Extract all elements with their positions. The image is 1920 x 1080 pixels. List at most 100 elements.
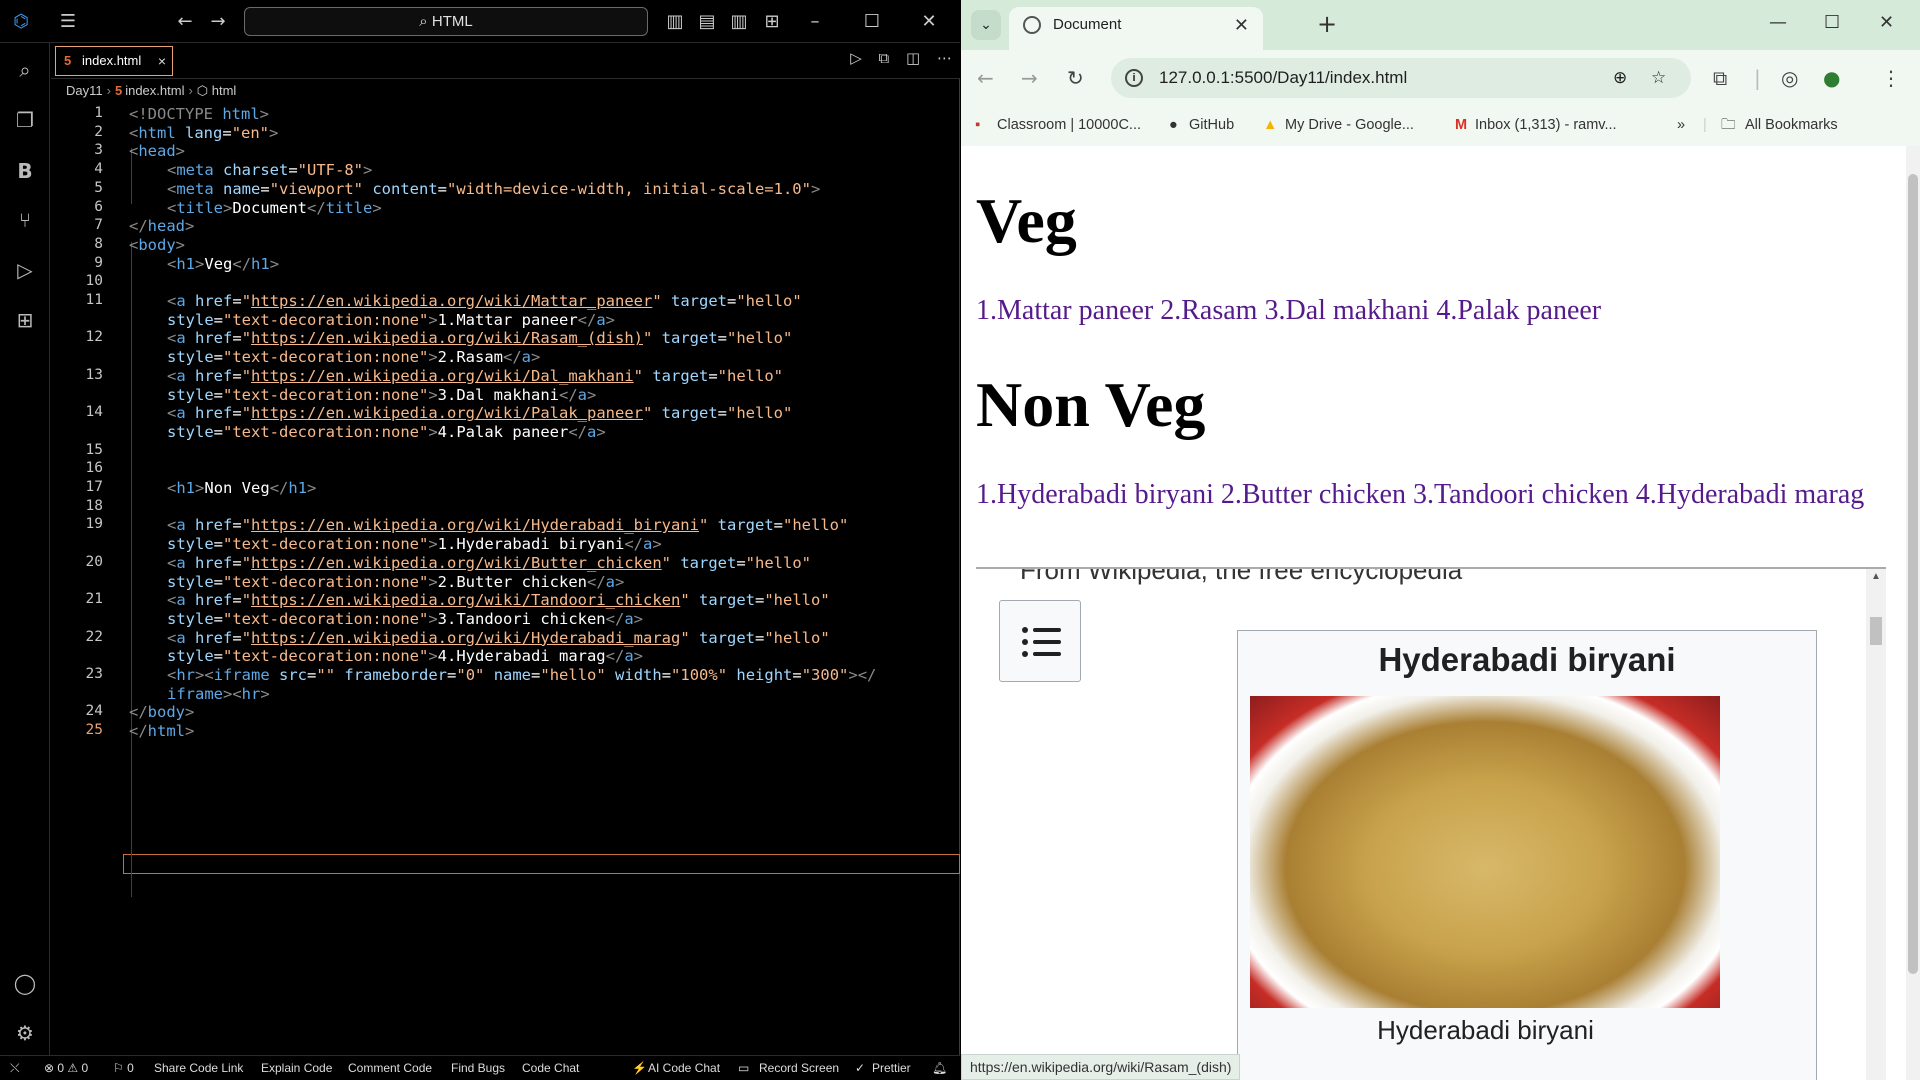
scroll-up-icon[interactable]: ▲ [1871, 571, 1881, 582]
run-icon[interactable]: ▷ [850, 49, 862, 67]
biryani-image[interactable] [1250, 696, 1720, 1008]
tab-strip: ⌄ Document ✕ + — ☐ ✕ [961, 0, 1920, 50]
back-arrow-icon[interactable]: ← [172, 9, 198, 35]
bookmarks-bar: ▪ Classroom | 10000C... ● GitHub ▲ My Dr… [961, 108, 1920, 146]
link-hyderabadi-marag[interactable]: 4.Hyderabadi marag [1636, 479, 1865, 510]
remote-icon[interactable]: ⤬ [10, 1056, 20, 1080]
link-rasam[interactable]: 2.Rasam [1160, 295, 1257, 326]
iframe-scroll-thumb[interactable] [1870, 617, 1882, 645]
site-info-icon[interactable]: i [1125, 69, 1143, 87]
element-icon: ⬡ [196, 83, 212, 98]
extensions-puzzle-icon[interactable]: ⧉ [1713, 66, 1727, 90]
code-line: <hr><iframe src="" frameborder="0" name=… [167, 666, 877, 684]
line-number: 19 [85, 516, 103, 533]
code-line: style="text-decoration:none">4.Hyderabad… [167, 647, 644, 666]
comment-code[interactable]: Comment Code [348, 1056, 432, 1080]
link-hyderabadi-biryani[interactable]: 1.Hyderabadi biryani [976, 479, 1214, 510]
toggle-sidebar-icon[interactable]: ▥ [662, 9, 688, 35]
command-center-search[interactable]: ⌕ HTML [244, 7, 648, 36]
notifications-bell-icon[interactable]: 🔔︎ [932, 1056, 947, 1080]
record-screen[interactable]: Record Screen [759, 1056, 839, 1080]
line-number: 25 [85, 722, 103, 739]
run-debug-icon[interactable]: ▷ [8, 253, 42, 287]
open-preview-icon[interactable]: ⧉ [879, 49, 890, 67]
tab-index-html[interactable]: 5 index.html × [55, 46, 173, 76]
extension-icon[interactable]: ◎ [1781, 66, 1798, 90]
account-icon[interactable]: ◯ [8, 966, 42, 1000]
globe-icon [1023, 16, 1041, 34]
ai-code-chat[interactable]: AI Code Chat [648, 1056, 720, 1080]
profile-avatar[interactable]: ● [1823, 66, 1840, 90]
table-of-contents-button[interactable] [999, 600, 1081, 682]
breadcrumb-folder[interactable]: Day11 [66, 83, 103, 98]
explain-code[interactable]: Explain Code [261, 1056, 332, 1080]
page-scroll-thumb[interactable] [1908, 174, 1918, 974]
source-control-icon[interactable]: ⑂ [8, 203, 42, 237]
tab-search-chevron-icon[interactable]: ⌄ [971, 10, 1001, 40]
explorer-search-icon[interactable]: ⌕ [8, 53, 42, 87]
code-editor[interactable]: 1 2 3 4 5 6 7 8 9 10 11 12 13 14 15 16 17 18 19 20 21 22 23 24 2… [51, 102, 960, 1055]
chrome-menu-icon[interactable]: ⋮ [1881, 66, 1901, 90]
address-bar[interactable]: i 127.0.0.1:5500/Day11/index.html ⊕ ☆ [1111, 58, 1691, 98]
maximize-icon[interactable]: ☐ [859, 9, 885, 35]
classroom-icon: ▪ [975, 117, 981, 133]
extension-b-icon[interactable]: B [8, 154, 42, 188]
line-number: 18 [85, 497, 103, 514]
bookmark-inbox[interactable]: Inbox (1,313) - ramv... [1475, 108, 1617, 142]
bookmark-drive[interactable]: My Drive - Google... [1285, 108, 1414, 142]
prettier[interactable]: Prettier [872, 1056, 911, 1080]
reload-icon[interactable]: ↻ [1067, 66, 1084, 90]
code-line: </body> [129, 703, 195, 722]
link-mattar-paneer[interactable]: 1.Mattar paneer [976, 295, 1153, 326]
tab-close-icon[interactable]: ✕ [1234, 7, 1249, 43]
settings-gear-icon[interactable]: ⚙ [8, 1016, 42, 1050]
link-tandoori-chicken[interactable]: 3.Tandoori chicken [1413, 479, 1629, 510]
back-icon[interactable]: ← [977, 66, 994, 90]
forward-arrow-icon[interactable]: → [205, 9, 231, 35]
wikipedia-iframe[interactable]: From Wikipedia, the free encyclopedia Hy… [976, 569, 1886, 1080]
explorer-icon[interactable]: ❐ [8, 103, 42, 137]
browser-tab[interactable]: Document ✕ [1009, 7, 1263, 50]
code-line: <html lang="en"> [129, 123, 279, 142]
heading-veg: Veg [976, 185, 1077, 256]
page-scrollbar[interactable] [1906, 146, 1920, 1080]
close-icon[interactable]: ✕ [916, 9, 942, 35]
link-palak-paneer[interactable]: 4.Palak paneer [1436, 295, 1601, 326]
toggle-secondary-sidebar-icon[interactable]: ▥ [726, 9, 752, 35]
more-actions-icon[interactable]: ⋯ [937, 49, 952, 67]
share-code-link[interactable]: Share Code Link [154, 1056, 243, 1080]
bookmark-classroom[interactable]: Classroom | 10000C... [997, 108, 1141, 142]
all-bookmarks[interactable]: All Bookmarks [1745, 108, 1838, 142]
bookmark-star-icon[interactable]: ☆ [1651, 58, 1666, 98]
find-bugs[interactable]: Find Bugs [451, 1056, 505, 1080]
link-butter-chicken[interactable]: 2.Butter chicken [1221, 479, 1406, 510]
problems-status[interactable]: ⊗ 0 ⚠ 0 [44, 1056, 88, 1080]
link-dal-makhani[interactable]: 3.Dal makhani [1264, 295, 1429, 326]
minimize-icon[interactable]: — [1769, 12, 1787, 33]
forward-icon[interactable]: → [1021, 66, 1038, 90]
iframe-scrollbar[interactable]: ▲ [1866, 569, 1886, 1080]
ports-status[interactable]: ⚐ 0 [113, 1056, 134, 1080]
split-editor-icon[interactable]: ◫ [906, 49, 920, 67]
menu-icon[interactable]: ☰ [55, 9, 81, 35]
new-tab-icon[interactable]: + [1317, 10, 1337, 38]
close-icon[interactable]: ✕ [1879, 12, 1894, 33]
line-number: 12 [85, 329, 103, 346]
browser-toolbar: ← → ↻ i 127.0.0.1:5500/Day11/index.html … [961, 50, 1920, 108]
customize-layout-icon[interactable]: ⊞ [759, 9, 785, 35]
code-chat[interactable]: Code Chat [522, 1056, 579, 1080]
html5-file-icon: 5 [64, 53, 72, 68]
bookmark-github[interactable]: GitHub [1189, 108, 1234, 142]
maximize-icon[interactable]: ☐ [1824, 12, 1840, 33]
tab-close-icon[interactable]: × [158, 47, 166, 75]
zoom-icon[interactable]: ⊕ [1613, 58, 1627, 98]
extensions-icon[interactable]: ⊞ [8, 303, 42, 337]
code-line: <a href="https://en.wikipedia.org/wiki/B… [167, 553, 811, 572]
toggle-panel-icon[interactable]: ▤ [694, 9, 720, 35]
line-number: 22 [85, 628, 103, 645]
line-number: 21 [85, 591, 103, 608]
breadcrumb-file[interactable]: index.html [125, 83, 184, 98]
more-bookmarks-icon[interactable]: » [1677, 108, 1685, 142]
breadcrumb-element[interactable]: html [212, 83, 237, 98]
minimize-icon[interactable]: – [802, 9, 828, 35]
